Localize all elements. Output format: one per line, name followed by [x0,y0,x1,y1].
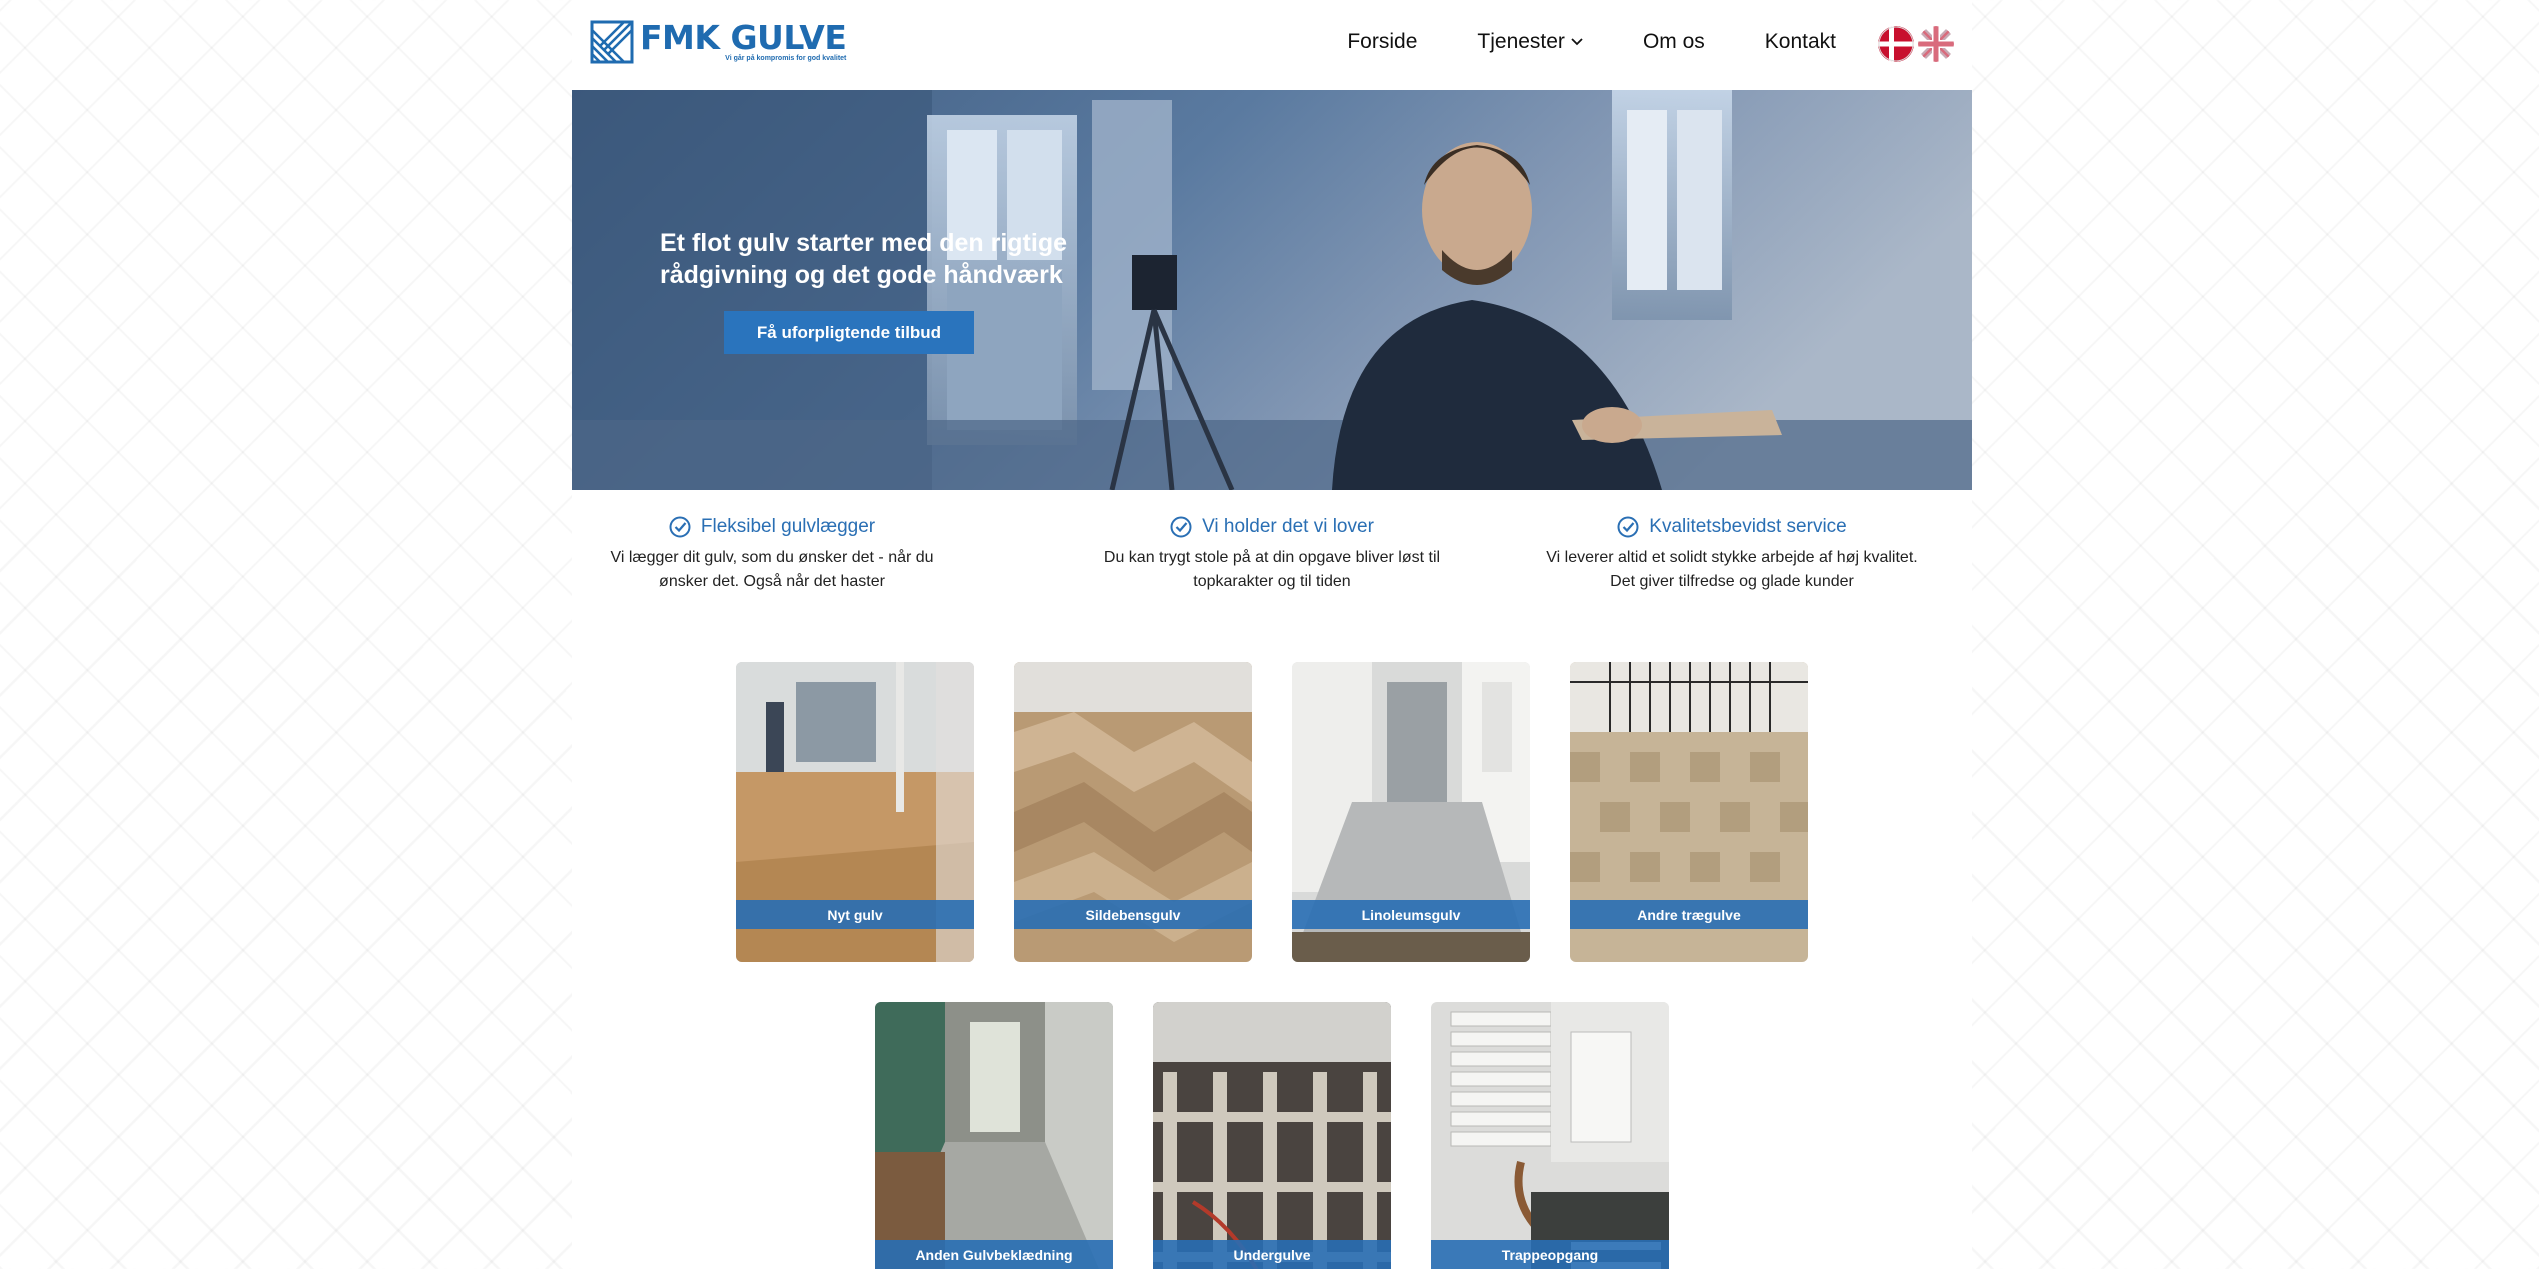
tile-label: Anden Gulvbeklædning [875,1240,1113,1269]
language-switcher [1874,26,1954,62]
feature-text: Vi leverer altid et solidt stykke arbejd… [1546,549,1918,590]
logo[interactable]: FMK GULVE Vi går på kompromis for god kv… [590,18,847,64]
features-section: Fleksibel gulvlægger Vi lægger dit gulv,… [572,516,1972,606]
tile-label: Trappeopgang [1431,1240,1669,1269]
logo-mark-icon [590,20,634,64]
hero-banner: Et flot gulv starter med den rigtige råd… [572,90,1972,490]
tile-label: Sildebensgulv [1014,900,1252,929]
feature-text: Vi lægger dit gulv, som du ønsker det - … [610,549,934,590]
site-header: FMK GULVE Vi går på kompromis for god kv… [572,0,1972,90]
service-tile-andre-traegulve[interactable]: Andre trægulve [1570,662,1808,962]
check-circle-icon [669,516,691,538]
service-tile-undergulve[interactable]: Undergulve [1153,1002,1391,1269]
uk-flag-icon[interactable] [1918,26,1954,62]
feature-flexible: Fleksibel gulvlægger Vi lægger dit gulv,… [572,516,972,594]
get-quote-button[interactable]: Få uforpligtende tilbud [724,311,974,354]
brand-name: FMK GULVE [640,18,847,57]
service-tile-linoleumsgulv[interactable]: Linoleumsgulv [1292,662,1530,962]
main-nav: Forside Tjenester Om os Kontakt [1287,30,1836,54]
nav-item-tjenester[interactable]: Tjenester [1477,30,1583,54]
tile-label: Nyt gulv [736,900,974,929]
hero-title: Et flot gulv starter med den rigtige råd… [660,229,1067,289]
tile-photo [875,1002,1113,1269]
tile-label: Andre trægulve [1570,900,1808,929]
check-circle-icon [1170,516,1192,538]
feature-promise: Vi holder det vi lover Du kan trygt stol… [1072,516,1472,594]
feature-title: Vi holder det vi lover [1202,516,1374,537]
tile-photo [1153,1002,1391,1269]
page-container: FMK GULVE Vi går på kompromis for god kv… [572,0,1972,1269]
service-tile-sildebensgulv[interactable]: Sildebensgulv [1014,662,1252,962]
service-tile-trappeopgang[interactable]: Trappeopgang [1431,1002,1669,1269]
nav-item-forside[interactable]: Forside [1347,30,1417,54]
danish-flag-icon[interactable] [1878,26,1914,62]
feature-title: Fleksibel gulvlægger [700,516,876,537]
tile-photo [1431,1002,1669,1269]
chevron-down-icon [1571,38,1583,46]
tile-label: Undergulve [1153,1240,1391,1269]
tile-label: Linoleumsgulv [1292,900,1530,929]
service-tile-anden-gulvbeklaedning[interactable]: Anden Gulvbeklædning [875,1002,1113,1269]
service-tile-nyt-gulv[interactable]: Nyt gulv [736,662,974,962]
nav-item-kontakt[interactable]: Kontakt [1765,30,1836,54]
feature-title: Kvalitetsbevidst service [1649,516,1847,537]
feature-quality: Kvalitetsbevidst service Vi leverer alti… [1532,516,1932,594]
nav-item-om-os[interactable]: Om os [1643,30,1705,54]
feature-text: Du kan trygt stole på at din opgave bliv… [1103,549,1441,590]
check-circle-icon [1617,516,1639,538]
